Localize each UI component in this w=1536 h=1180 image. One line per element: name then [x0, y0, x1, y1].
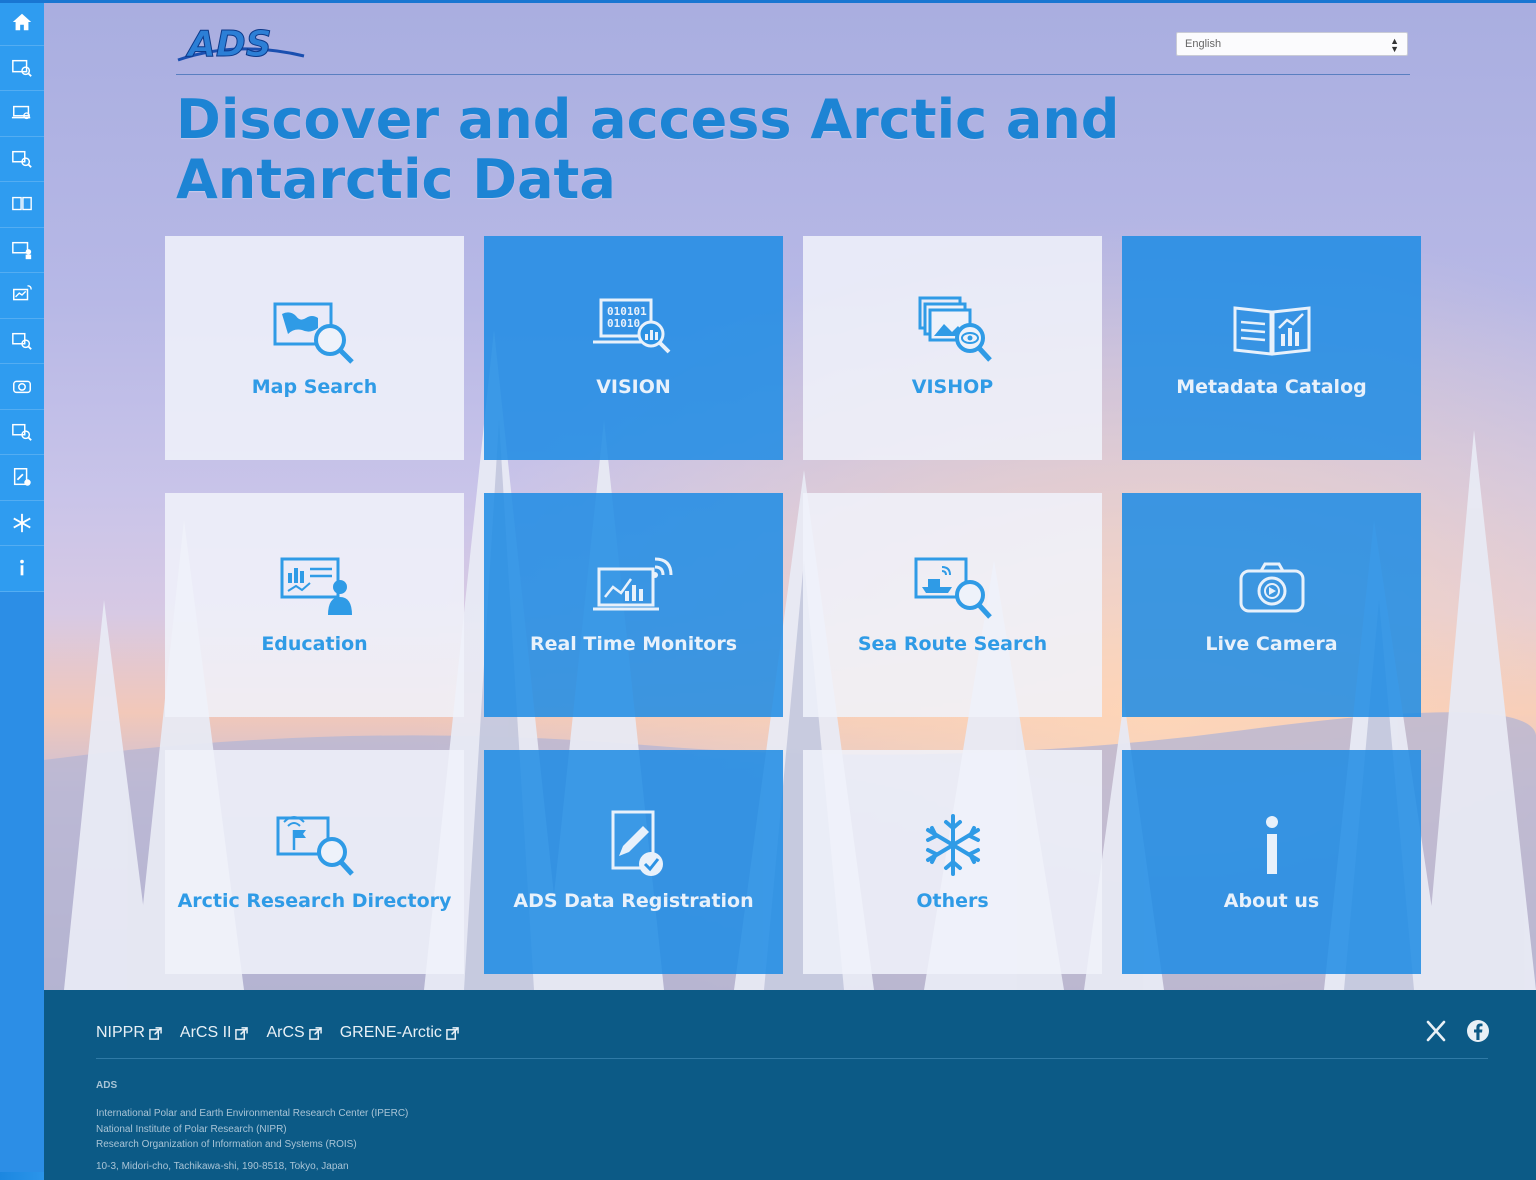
header-divider [176, 74, 1410, 75]
data-registration-icon [13, 468, 31, 486]
arctic-research-icon [12, 423, 32, 441]
snowflake-icon [925, 814, 980, 876]
tile-label: VISION [596, 376, 671, 398]
language-selected-value: English [1185, 38, 1222, 50]
sea-route-icon [12, 332, 32, 350]
footer-link-arcs-ii[interactable]: ArCS II [180, 1024, 249, 1042]
sidebar-item-vishop[interactable] [0, 136, 44, 182]
footer-link-label: GRENE-Arctic [339, 1024, 442, 1041]
footer-divider [96, 1058, 1488, 1059]
page-footer: NIPPR ArCS II ArCS GRENE-Arctic ADS Inte… [44, 990, 1536, 1180]
info-icon [1265, 816, 1278, 874]
footer-org-name: ADS [96, 1080, 118, 1091]
footer-link-label: ArCS II [179, 1024, 232, 1041]
x-icon[interactable] [1424, 1019, 1448, 1043]
sidebar-item-home[interactable] [0, 0, 44, 46]
tile-map-search[interactable]: Map Search [165, 236, 464, 460]
top-accent-line [0, 0, 1536, 3]
laptop-signal-chart-icon [592, 557, 672, 611]
tile-label: Live Camera [1205, 633, 1338, 655]
metadata-catalog-icon [12, 197, 32, 211]
sidebar-item-arctic-research-directory[interactable] [0, 409, 44, 455]
tile-vision[interactable]: 010101 01010 VISION [484, 236, 783, 460]
home-icon [12, 14, 32, 31]
sidebar-item-sea-route-search[interactable] [0, 318, 44, 364]
vishop-icon [12, 150, 32, 168]
vision-icon [11, 106, 31, 120]
sidebar-filler [0, 591, 44, 1172]
tile-label: VISHOP [911, 376, 994, 398]
document-pen-check-icon [611, 810, 663, 876]
footer-link-label: ArCS [266, 1024, 305, 1041]
page-title: Discover and access Arctic and Antarctic… [176, 88, 1120, 211]
tile-label: Metadata Catalog [1176, 376, 1367, 398]
footer-postal-address: 10-3, Midori-cho, Tachikawa-shi, 190-851… [96, 1161, 349, 1172]
info-icon [20, 560, 24, 576]
logo-text: ADS [185, 24, 272, 64]
footer-link-grene-arctic[interactable]: GRENE-Arctic [340, 1024, 459, 1042]
tile-sea-route-search[interactable]: Sea Route Search [803, 493, 1102, 717]
facebook-icon[interactable] [1466, 1019, 1490, 1043]
tile-others[interactable]: Others [803, 750, 1102, 974]
social-links [1424, 1019, 1490, 1043]
tile-live-camera[interactable]: Live Camera [1122, 493, 1421, 717]
tile-about-us[interactable]: About us [1122, 750, 1421, 974]
teacher-board-icon [280, 557, 352, 615]
map-search-icon [273, 302, 354, 364]
binary-laptop-icon: 010101 01010 [592, 298, 670, 354]
tile-ads-data-registration[interactable]: ADS Data Registration [484, 750, 783, 974]
tile-label: Real Time Monitors [529, 633, 738, 655]
camera-icon [13, 380, 31, 394]
flag-search-icon [276, 816, 354, 876]
sidebar-item-live-camera[interactable] [0, 364, 44, 410]
sidebar-item-ads-data-registration[interactable] [0, 455, 44, 501]
open-book-chart-icon [1233, 306, 1310, 356]
sidebar-item-education[interactable] [0, 227, 44, 273]
language-select[interactable]: English ▲ ▼ [1176, 32, 1408, 56]
tile-grid: Map Search 010101 01010 VISION VISHOP Me… [165, 236, 1421, 974]
external-link-icon [446, 1026, 459, 1040]
sidebar-item-metadata-catalog[interactable] [0, 182, 44, 228]
select-arrows-icon: ▲ ▼ [1390, 36, 1399, 54]
tile-label: Arctic Research Directory [177, 890, 452, 912]
sidebar-item-real-time-monitors[interactable] [0, 273, 44, 319]
left-sidebar [0, 0, 44, 1180]
sidebar-item-others[interactable] [0, 500, 44, 546]
external-link-icon [308, 1026, 322, 1040]
map-search-icon [12, 59, 32, 77]
sidebar-item-map-search[interactable] [0, 45, 44, 91]
tile-label: Others [916, 890, 989, 912]
tile-vishop[interactable]: VISHOP [803, 236, 1102, 460]
tile-education[interactable]: Education [165, 493, 464, 717]
tile-arctic-research-directory[interactable]: Arctic Research Directory [165, 750, 464, 974]
snowflake-icon [13, 513, 31, 532]
footer-address-line: International Polar and Earth Environmen… [96, 1108, 409, 1119]
image-stack-eye-icon [918, 296, 992, 362]
footer-address-line: Research Organization of Information and… [96, 1139, 357, 1150]
footer-address-line: National Institute of Polar Research (NI… [96, 1123, 287, 1135]
footer-link-nipr[interactable]: NIPPR [96, 1024, 162, 1042]
external-link-icon [149, 1026, 162, 1040]
tile-real-time-monitors[interactable]: Real Time Monitors [484, 493, 783, 717]
footer-link-arcs[interactable]: ArCS [266, 1024, 322, 1042]
ship-search-icon [914, 557, 992, 619]
tile-label: Map Search [251, 376, 378, 398]
sidebar-item-about-us[interactable] [0, 546, 44, 592]
ads-logo[interactable]: ADS [176, 22, 306, 66]
camera-icon [1239, 562, 1304, 613]
svg-text:01010: 01010 [607, 317, 640, 330]
sidebar-item-vision[interactable] [0, 91, 44, 137]
external-link-icon [235, 1026, 249, 1040]
footer-links: NIPPR ArCS II ArCS GRENE-Arctic [96, 1024, 459, 1042]
footer-link-label: NIPPR [96, 1024, 145, 1041]
tile-metadata-catalog[interactable]: Metadata Catalog [1122, 236, 1421, 460]
tile-label: ADS Data Registration [513, 890, 754, 912]
real-time-monitor-icon [13, 285, 32, 301]
tile-label: About us [1223, 890, 1320, 912]
tile-label: Sea Route Search [857, 633, 1048, 655]
tile-label: Education [261, 633, 368, 655]
education-icon [12, 241, 32, 259]
footer-address: International Polar and Earth Environmen… [96, 1106, 408, 1153]
